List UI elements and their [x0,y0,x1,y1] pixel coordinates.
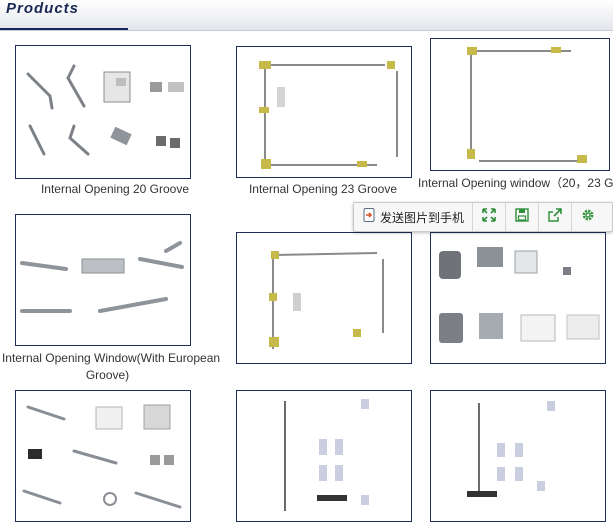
section-title: Products [6,0,80,17]
product-caption-3[interactable]: Internal Opening window（20，23 Groove） [418,175,613,192]
save-button[interactable] [505,203,538,231]
product-caption-4b[interactable]: Groove) [0,367,215,384]
save-icon [515,207,529,227]
share-icon [548,207,562,227]
product-image-6[interactable] [430,232,606,364]
product-image-1[interactable] [15,45,191,179]
product-image-3[interactable] [430,38,610,171]
send-to-phone-label: 发送图片到手机 [380,210,465,225]
image-toolbar: 发送图片到手机 [353,202,613,232]
expand-button[interactable] [472,203,505,231]
product-image-9[interactable] [430,390,606,522]
product-image-2[interactable] [236,46,412,178]
settings-button[interactable] [571,203,604,231]
share-button[interactable] [538,203,571,231]
product-image-4[interactable] [15,214,191,346]
settings-icon [581,208,595,227]
send-to-phone-button[interactable]: 发送图片到手机 [354,203,472,231]
send-to-phone-icon [362,207,376,227]
expand-icon [482,207,496,227]
header-divider [0,30,613,31]
product-caption-1[interactable]: Internal Opening 20 Groove [15,181,215,198]
products-header: Products [0,0,613,31]
product-image-8[interactable] [236,390,412,522]
product-image-7[interactable] [15,390,191,522]
product-caption-4[interactable]: Internal Opening Window(With European [0,350,222,367]
product-caption-2[interactable]: Internal Opening 23 Groove [236,181,410,198]
product-image-5[interactable] [236,232,412,364]
